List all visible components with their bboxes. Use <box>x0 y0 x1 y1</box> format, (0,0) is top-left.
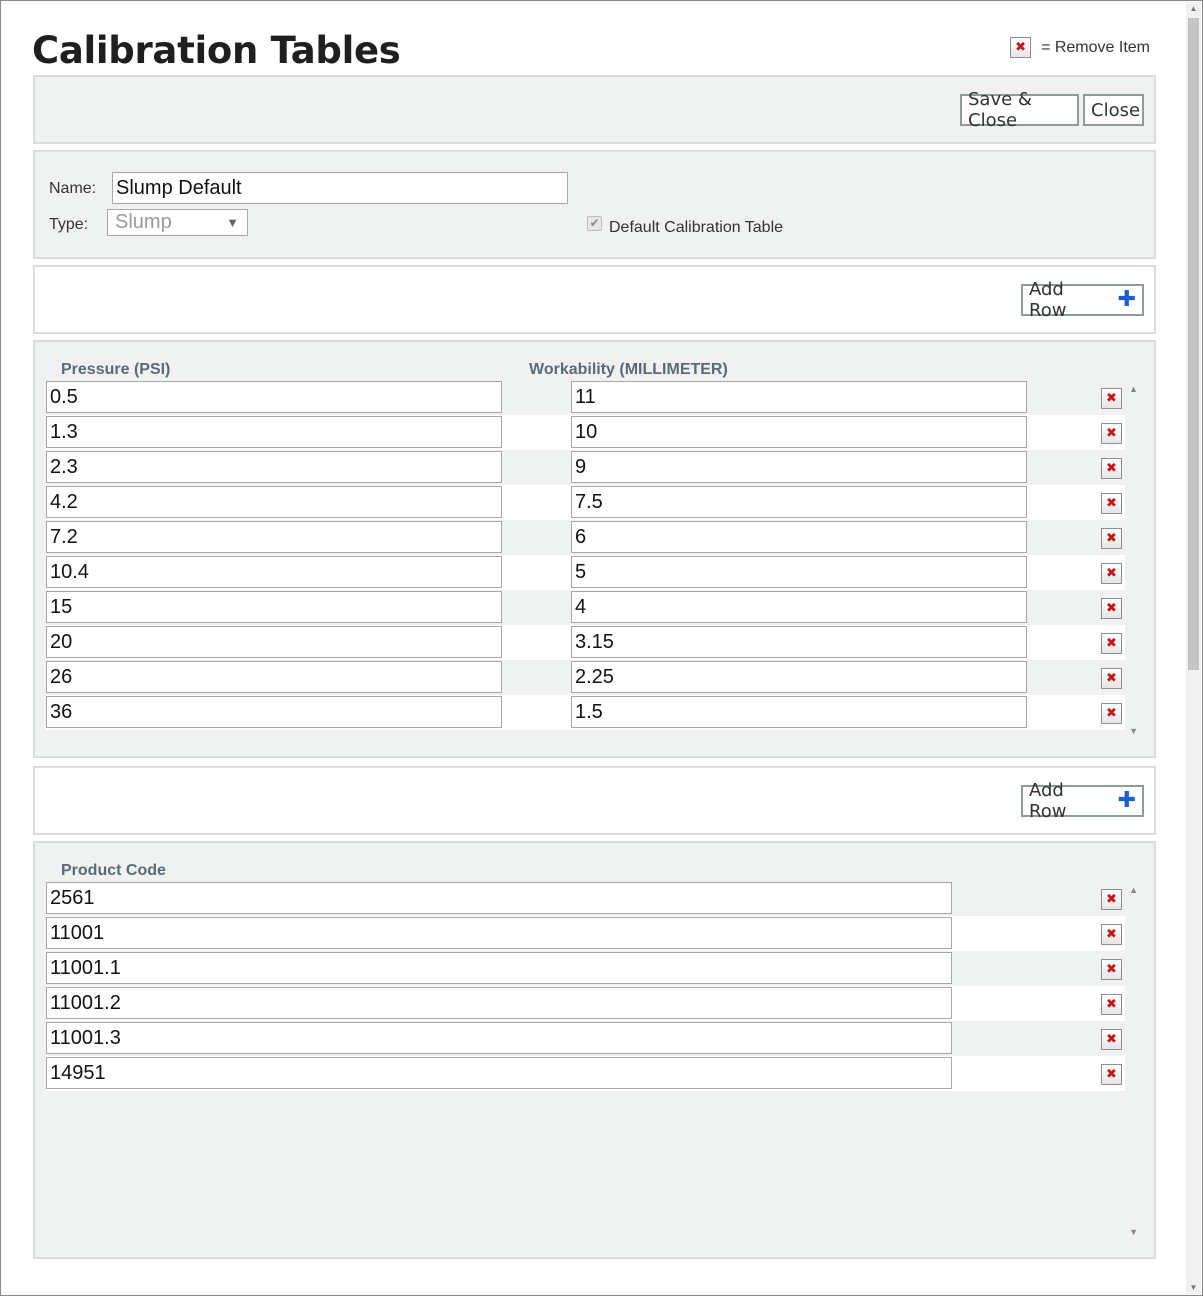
close-button[interactable]: Close <box>1083 94 1144 126</box>
type-select-value: Slump <box>115 211 172 233</box>
remove-x-icon[interactable]: ✖ <box>1101 703 1122 724</box>
add-row-label: Add Row <box>1029 279 1067 321</box>
calibration-table-panel: Pressure (PSI) Workability (MILLIMETER) … <box>33 340 1156 758</box>
workability-input[interactable]: 6 <box>571 521 1027 553</box>
table-row: 2.3 9 ✖ <box>46 450 1125 485</box>
pressure-input[interactable]: 15 <box>46 591 502 623</box>
workability-input[interactable]: 4 <box>571 591 1027 623</box>
window-scrollbar[interactable]: ▲ ▼ <box>1186 2 1201 1294</box>
table-scroll-up-icon[interactable]: ▲ <box>1129 384 1138 394</box>
products-add-row-panel: Add Row ✚ <box>33 766 1156 835</box>
type-label: Type: <box>49 216 89 233</box>
pressure-input[interactable]: 36 <box>46 696 502 728</box>
table-row: 15 4 ✖ <box>46 590 1125 625</box>
table-row: 36 1.5 ✖ <box>46 695 1125 730</box>
plus-icon: ✚ <box>1117 788 1136 813</box>
remove-x-icon[interactable]: ✖ <box>1101 493 1122 514</box>
pressure-input[interactable]: 10.4 <box>46 556 502 588</box>
type-select[interactable]: Slump ▼ <box>107 209 248 236</box>
remove-x-icon[interactable]: ✖ <box>1101 633 1122 654</box>
details-panel: Name: Slump Default Type: Slump ▼ ✔ Defa… <box>33 150 1156 259</box>
remove-x-icon[interactable]: ✖ <box>1101 994 1122 1015</box>
product-code-column-header: Product Code <box>61 862 166 879</box>
pressure-input[interactable]: 7.2 <box>46 521 502 553</box>
plus-icon: ✚ <box>1117 287 1136 312</box>
table-row: 20 3.15 ✖ <box>46 625 1125 660</box>
page-title: Calibration Tables <box>32 29 401 72</box>
workability-input[interactable]: 10 <box>571 416 1027 448</box>
list-item: 11001.1 ✖ <box>46 951 1125 986</box>
remove-x-icon[interactable]: ✖ <box>1101 458 1122 479</box>
remove-x-icon[interactable]: ✖ <box>1101 668 1122 689</box>
remove-x-icon[interactable]: ✖ <box>1101 959 1122 980</box>
calibration-add-row-button[interactable]: Add Row ✚ <box>1021 279 1144 321</box>
remove-x-icon: ✖ <box>1010 37 1032 58</box>
remove-x-icon[interactable]: ✖ <box>1101 924 1122 945</box>
workability-input[interactable]: 7.5 <box>571 486 1027 518</box>
workability-input[interactable]: 11 <box>571 381 1027 413</box>
list-item: 11001 ✖ <box>46 916 1125 951</box>
table-scroll-down-icon[interactable]: ▼ <box>1129 726 1138 736</box>
table-row: 10.4 5 ✖ <box>46 555 1125 590</box>
remove-x-icon[interactable]: ✖ <box>1101 1064 1122 1085</box>
product-scroll-down-icon[interactable]: ▼ <box>1129 1227 1138 1237</box>
remove-x-icon[interactable]: ✖ <box>1101 889 1122 910</box>
workability-input[interactable]: 2.25 <box>571 661 1027 693</box>
pressure-column-header: Pressure (PSI) <box>61 361 171 378</box>
remove-x-icon[interactable]: ✖ <box>1101 1029 1122 1050</box>
default-checkbox-label: Default Calibration Table <box>609 219 784 236</box>
calibration-tables-window: Calibration Tables ✖ = Remove Item Save … <box>0 0 1203 1296</box>
list-item: 11001.2 ✖ <box>46 986 1125 1021</box>
pressure-input[interactable]: 4.2 <box>46 486 502 518</box>
add-row-label: Add Row <box>1029 780 1067 822</box>
table-row: 4.2 7.5 ✖ <box>46 485 1125 520</box>
list-item: 2561 ✖ <box>46 881 1125 916</box>
product-code-input[interactable]: 11001.2 <box>46 987 952 1019</box>
window-scroll-thumb[interactable] <box>1188 18 1199 670</box>
pressure-input[interactable]: 26 <box>46 661 502 693</box>
workability-input[interactable]: 5 <box>571 556 1027 588</box>
pressure-input[interactable]: 2.3 <box>46 451 502 483</box>
table-row: 1.3 10 ✖ <box>46 415 1125 450</box>
products-add-row-button[interactable]: Add Row ✚ <box>1021 780 1144 822</box>
workability-input[interactable]: 9 <box>571 451 1027 483</box>
save-close-button[interactable]: Save & Close <box>960 89 1079 131</box>
check-icon: ✔ <box>589 216 600 230</box>
product-code-input[interactable]: 2561 <box>46 882 952 914</box>
calibration-add-row-panel: Add Row ✚ <box>33 265 1156 334</box>
table-row: 26 2.25 ✖ <box>46 660 1125 695</box>
product-code-input[interactable]: 11001.3 <box>46 1022 952 1054</box>
default-checkbox[interactable]: ✔ <box>587 216 602 231</box>
toolbar-panel: Save & Close Close <box>33 75 1156 144</box>
product-code-input[interactable]: 11001 <box>46 917 952 949</box>
list-item: 14951 ✖ <box>46 1056 1125 1091</box>
remove-x-icon[interactable]: ✖ <box>1101 423 1122 444</box>
list-item: 11001.3 ✖ <box>46 1021 1125 1056</box>
name-label: Name: <box>49 180 97 197</box>
product-code-panel: Product Code ▲ ▼ 2561 ✖ 11001 ✖ 11001.1 ✖ 1100… <box>33 841 1156 1259</box>
window-scroll-down-icon[interactable]: ▼ <box>1186 1283 1201 1292</box>
pressure-input[interactable]: 1.3 <box>46 416 502 448</box>
remove-x-icon[interactable]: ✖ <box>1101 563 1122 584</box>
workability-input[interactable]: 3.15 <box>571 626 1027 658</box>
legend-text: = Remove Item <box>1041 38 1150 56</box>
table-row: 0.5 11 ✖ <box>46 380 1125 415</box>
pressure-input[interactable]: 0.5 <box>46 381 502 413</box>
workability-input[interactable]: 1.5 <box>571 696 1027 728</box>
triangle-down-icon: ▼ <box>226 215 239 230</box>
remove-x-icon[interactable]: ✖ <box>1101 388 1122 409</box>
remove-x-icon[interactable]: ✖ <box>1101 598 1122 619</box>
product-code-input[interactable]: 14951 <box>46 1057 952 1089</box>
remove-item-legend: ✖ = Remove Item <box>1010 37 1150 58</box>
product-scroll-up-icon[interactable]: ▲ <box>1129 885 1138 895</box>
table-row: 7.2 6 ✖ <box>46 520 1125 555</box>
remove-x-icon[interactable]: ✖ <box>1101 528 1122 549</box>
workability-column-header: Workability (MILLIMETER) <box>529 361 728 378</box>
pressure-input[interactable]: 20 <box>46 626 502 658</box>
window-scroll-up-icon[interactable]: ▲ <box>1186 4 1201 13</box>
product-code-input[interactable]: 11001.1 <box>46 952 952 984</box>
name-input[interactable]: Slump Default <box>112 172 568 204</box>
